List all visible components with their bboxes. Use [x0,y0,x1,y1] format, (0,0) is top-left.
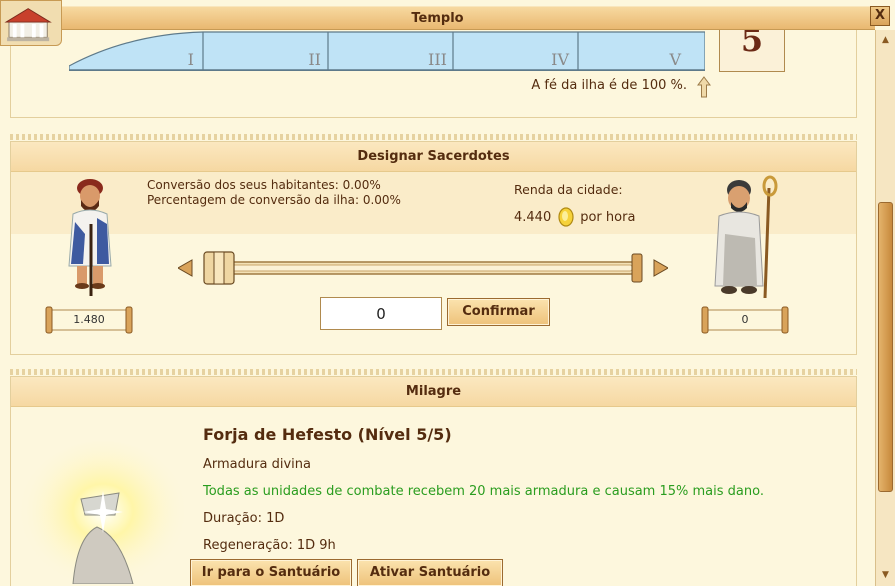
income-value: 4.440 [514,209,552,225]
miracle-name: Forja de Hefesto (Nível 5/5) [203,425,452,444]
conversion-island: Percentagem de conversão da ilha: 0.00% [147,193,401,207]
miracle-effect: Todas as unidades de combate recebem 20 … [203,484,764,499]
priests-amount-input[interactable] [320,297,442,330]
window-titlebar[interactable]: Templo [0,6,875,30]
faith-level-3: III [428,50,447,69]
confirm-button[interactable]: Confirmar [447,298,550,326]
divider [10,134,857,140]
slider-left-arrow-icon[interactable] [178,259,193,277]
vertical-scrollbar[interactable]: ▲ ▼ [875,30,895,586]
citizen-figure-icon [68,179,112,296]
faith-level-4: IV [551,50,569,69]
priest-figure-icon [714,175,778,299]
section-title: Milagre [11,377,856,407]
priests-count: 0 [741,313,749,326]
scrollbar-thumb[interactable] [878,202,893,492]
priests-count-scroll: 0 [701,306,789,334]
income-label: Renda da cidade: [514,182,623,197]
slider-right-arrow-icon[interactable] [653,259,668,277]
faith-level-bar: I II III IV V [69,31,705,71]
faith-level-2: II [308,50,321,69]
scroll-up-icon[interactable]: ▲ [878,33,893,48]
temple-icon [0,0,62,46]
conversion-citizens: Conversão dos seus habitantes: 0.00% [147,178,381,192]
window-title: Templo [411,11,464,26]
citizens-count-scroll: 1.480 [45,306,133,334]
section-title: Designar Sacerdotes [11,142,856,172]
arrow-up-icon [697,76,711,98]
close-button[interactable]: X [870,6,890,26]
temple-level-badge: 5 [719,30,785,72]
gold-coin-icon [558,207,574,227]
scroll-down-icon[interactable]: ▼ [878,568,893,583]
income-line: 4.440 por hora [514,206,635,228]
assign-priests-panel: Designar Sacerdotes Conversão dos seus h… [10,141,857,355]
island-faith-text: A fé da ilha é de 100 %. [531,78,687,93]
goto-sanctuary-button[interactable]: Ir para o Santuário [190,559,352,586]
priests-slider[interactable] [178,248,668,288]
divider [10,369,857,375]
citizens-count: 1.480 [73,313,105,326]
miracle-regeneration: Regeneração: 1D 9h [203,538,336,553]
income-unit: por hora [580,209,636,225]
slider-thumb[interactable] [203,251,235,285]
faith-panel: I II III IV V A fé da ilha é de 100 %. 5 [10,30,857,118]
miracle-subtitle: Armadura divina [203,457,311,472]
faith-level-5: V [668,50,681,69]
miracle-duration: Duração: 1D [203,511,285,526]
faith-level-1: I [188,50,194,69]
activate-sanctuary-button[interactable]: Ativar Santuário [357,559,503,586]
miracle-panel: Milagre Forja de Hefesto (Nível 5/5) Arm… [10,376,857,586]
miracle-artwork [11,441,193,584]
conversion-info: Conversão dos seus habitantes: 0.00% Per… [147,178,401,208]
